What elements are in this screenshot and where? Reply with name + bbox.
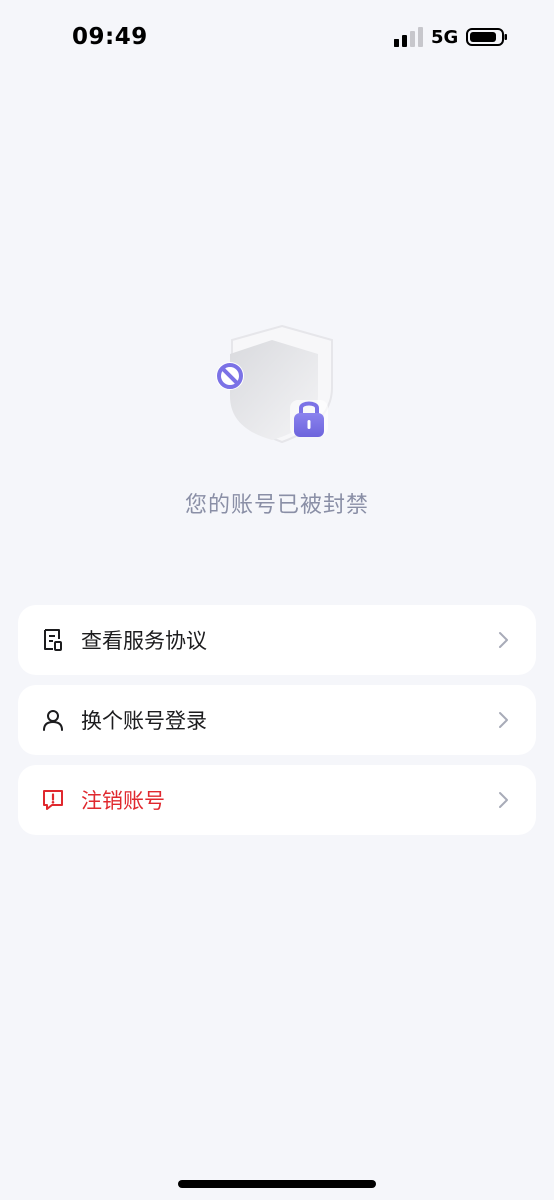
delete-account-button[interactable]: 注销账号 xyxy=(18,765,536,835)
network-type: 5G xyxy=(431,27,459,48)
chevron-right-icon xyxy=(499,792,508,808)
signal-bars-icon xyxy=(394,27,423,47)
status-time: 09:49 xyxy=(72,24,148,50)
alert-message-icon xyxy=(41,788,65,812)
ban-title: 您的账号已被封禁 xyxy=(184,493,369,518)
menu-item-label: 注销账号 xyxy=(81,789,165,813)
switch-account-button[interactable]: 换个账号登录 xyxy=(18,685,536,755)
view-service-agreement-button[interactable]: 查看服务协议 xyxy=(18,605,536,675)
user-icon xyxy=(41,708,65,732)
chevron-right-icon xyxy=(499,712,508,728)
battery-icon xyxy=(466,28,507,46)
menu-item-label: 换个账号登录 xyxy=(81,709,207,733)
menu-item-label: 查看服务协议 xyxy=(81,629,207,653)
home-indicator[interactable] xyxy=(178,1180,376,1188)
status-bar: 09:49 5G xyxy=(0,0,554,76)
shield-lock-ban-icon xyxy=(216,324,333,444)
document-icon xyxy=(41,628,65,652)
chevron-right-icon xyxy=(499,632,508,648)
